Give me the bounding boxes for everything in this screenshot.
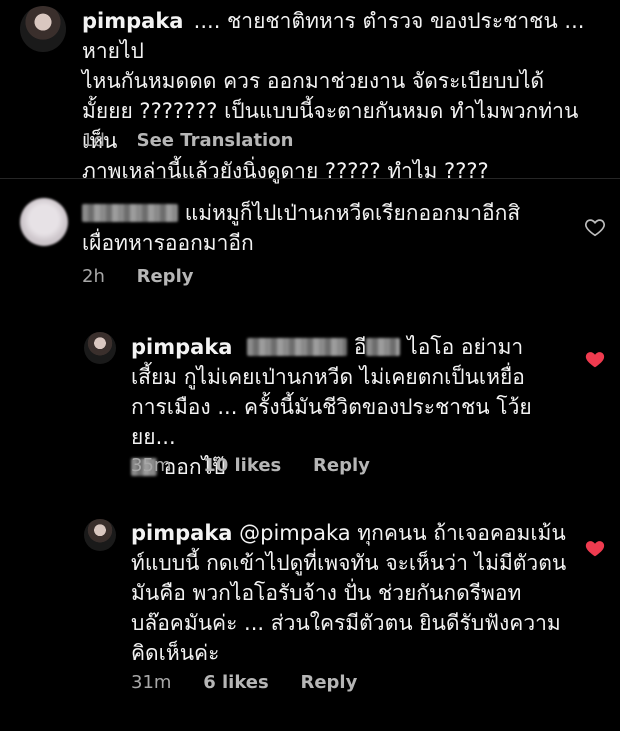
comment-text: pimpaka .... ชายชาติทหาร ตำรวจ ของประชาช… [82, 6, 607, 186]
comment-line: เสี้ยม กูไม่เคยเป่านกหวีด ไม่เคยตกเป็นเห… [131, 365, 525, 389]
see-translation-button[interactable]: See Translation [137, 130, 294, 151]
comment-text: pimpaka @pimpaka ทุกคนน ถ้าเจอคอมเม้น ท์… [131, 518, 571, 668]
avatar[interactable] [84, 519, 116, 551]
comment-meta: 1d See Translation [82, 130, 319, 151]
timestamp: 31m [131, 672, 172, 693]
censored-username [247, 338, 348, 356]
comment-line-text: ไอโอ อย่ามา [400, 335, 524, 359]
reply-button[interactable]: Reply [137, 266, 194, 287]
divider [0, 178, 620, 179]
comment-line: ภาพเหล่านี้แล้วยังนิ่งดูดาย ????? ทำไม ?… [82, 159, 489, 183]
comment-meta: 35m 10 likes Reply [131, 455, 396, 476]
reply-button[interactable]: Reply [313, 455, 370, 476]
comment-line: pimpaka อี ไอโอ อย่ามา [131, 332, 561, 362]
username[interactable]: pimpaka [82, 6, 183, 36]
avatar[interactable] [20, 6, 66, 52]
timestamp: 35m [131, 455, 172, 476]
timestamp: 2h [82, 266, 105, 287]
comment-line: บล๊อคมันค่ะ ... ส่วนใครมีตัวตน ยินดีรับฟ… [131, 611, 561, 635]
censored-word [366, 338, 401, 356]
comment-meta: 2h Reply [82, 266, 219, 287]
like-heart-icon[interactable] [584, 216, 606, 238]
avatar[interactable] [20, 198, 68, 246]
username[interactable]: pimpaka [131, 335, 232, 359]
reply-button[interactable]: Reply [300, 672, 357, 693]
censored-username [82, 204, 178, 222]
comment-text: แม่หมูก็ไปเป่านกหวีดเรียกออกมาอีกสิ เผื่… [82, 198, 582, 258]
comment-meta: 31m 6 likes Reply [131, 672, 383, 693]
comment-line-text: อี [353, 335, 367, 359]
comment-line: ท์แบบนี้ กดเข้าไปดูที่เพจทัน จะเห็นว่า ไ… [131, 551, 567, 575]
comment-line: pimpaka @pimpaka ทุกคนน ถ้าเจอคอมเม้น [131, 518, 571, 548]
comment-line: คิดเห็นค่ะ [131, 641, 220, 665]
likes-count-button[interactable]: 6 likes [203, 672, 269, 693]
comment-line: ไหนกันหมดดด ควร ออกมาช่วยงาน จัดระเบียบบ… [82, 69, 545, 93]
comment-line: แม่หมูก็ไปเป่านกหวีดเรียกออกมาอีกสิ [82, 198, 582, 228]
avatar[interactable] [84, 332, 116, 364]
username[interactable]: pimpaka [131, 521, 232, 545]
liked-heart-icon[interactable] [584, 348, 606, 370]
comment-line-text: @pimpaka ทุกคนน ถ้าเจอคอมเม้น [232, 521, 566, 545]
comment-line: มันคือ พวกไอโอรับจ้าง ปั่น ช่วยกันกดรีพอ… [131, 581, 522, 605]
timestamp: 1d [82, 130, 105, 151]
likes-count-button[interactable]: 10 likes [203, 455, 281, 476]
comment-line: การเมือง ... ครั้งนี้มันชีวิตของประชาชน … [131, 395, 532, 449]
comment-line: เผื่อทหารออกมาอีก [82, 231, 254, 255]
liked-heart-icon[interactable] [584, 537, 606, 559]
comment-line-text: แม่หมูก็ไปเป่านกหวีดเรียกออกมาอีกสิ [184, 201, 521, 225]
